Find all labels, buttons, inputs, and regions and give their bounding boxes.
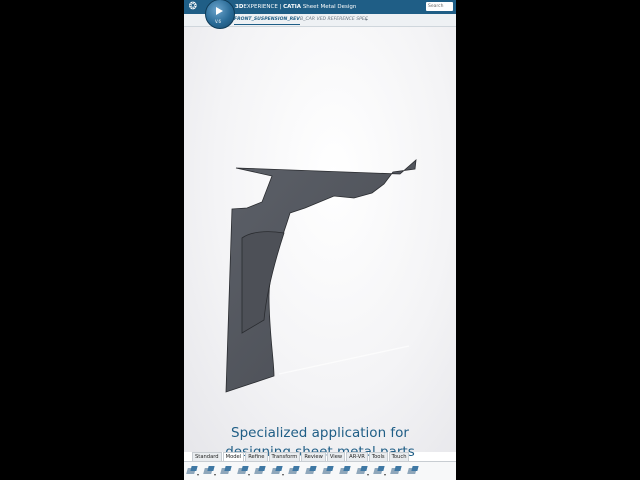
tab-ar-vr[interactable]: AR-VR [346,452,368,461]
action-bar-tabs: Standard Model Refine Transform Review V… [192,452,410,461]
caption-line-1: Specialized application for [231,425,409,441]
ds-logo-icon[interactable]: ❂ [187,1,199,13]
stamp-tool-icon[interactable]: ▾ [271,465,284,477]
brand-rest: EXPERIENCE | [243,4,284,10]
flange-tool-icon[interactable]: ▾ [203,465,216,477]
hem-tool-icon[interactable]: ▾ [237,465,250,477]
compass-version: V.6 [215,19,222,24]
more-tools-icon[interactable] [407,465,420,477]
tab-touch[interactable]: Touch [388,452,410,461]
tab-review[interactable]: Review [301,452,326,461]
pattern-tool-icon[interactable]: ▾ [356,465,369,477]
tab-tools[interactable]: Tools [368,452,388,461]
part-pocket[interactable] [241,231,285,334]
add-tab-button[interactable]: + [364,16,368,24]
wall-tool-icon[interactable]: ▾ [186,465,199,477]
app-name: Sheet Metal Design [302,4,357,10]
bend-tool-icon[interactable] [220,465,233,477]
tab-b-car-reference[interactable]: B_CAR VED REFERENCE SPEC [300,16,368,24]
unfold-tool-icon[interactable] [322,465,335,477]
mirror-tool-icon[interactable]: ▾ [373,465,386,477]
tab-transform[interactable]: Transform [268,452,301,461]
play-icon [216,7,223,15]
tab-front-suspension[interactable]: FRONT_SUSPENSION_REV [234,16,300,25]
cutout-tool-icon[interactable] [254,465,267,477]
app-window: Specialized application for designing sh… [184,0,456,480]
fold-tool-icon[interactable] [339,465,352,477]
action-bar: ▾ ▾ ▾ ▾ ▾ ▾ [184,461,456,480]
tab-refine[interactable]: Refine [245,452,268,461]
tab-model[interactable]: Model [222,452,245,461]
app-title: 3DEXPERIENCE | CATIA Sheet Metal Design [235,1,356,13]
search-input[interactable]: Search [426,2,453,11]
measure-tool-icon[interactable] [390,465,403,477]
3d-viewport[interactable]: Specialized application for designing sh… [184,26,456,460]
tab-view[interactable]: View [326,452,346,461]
part-reflection [278,345,410,375]
hole-tool-icon[interactable] [288,465,301,477]
app-bold: CATIA [283,4,302,10]
sheet-metal-part[interactable] [184,26,456,452]
compass-play-button[interactable]: V.6 [205,0,235,29]
tab-standard[interactable]: Standard [192,452,222,461]
corner-tool-icon[interactable] [305,465,318,477]
